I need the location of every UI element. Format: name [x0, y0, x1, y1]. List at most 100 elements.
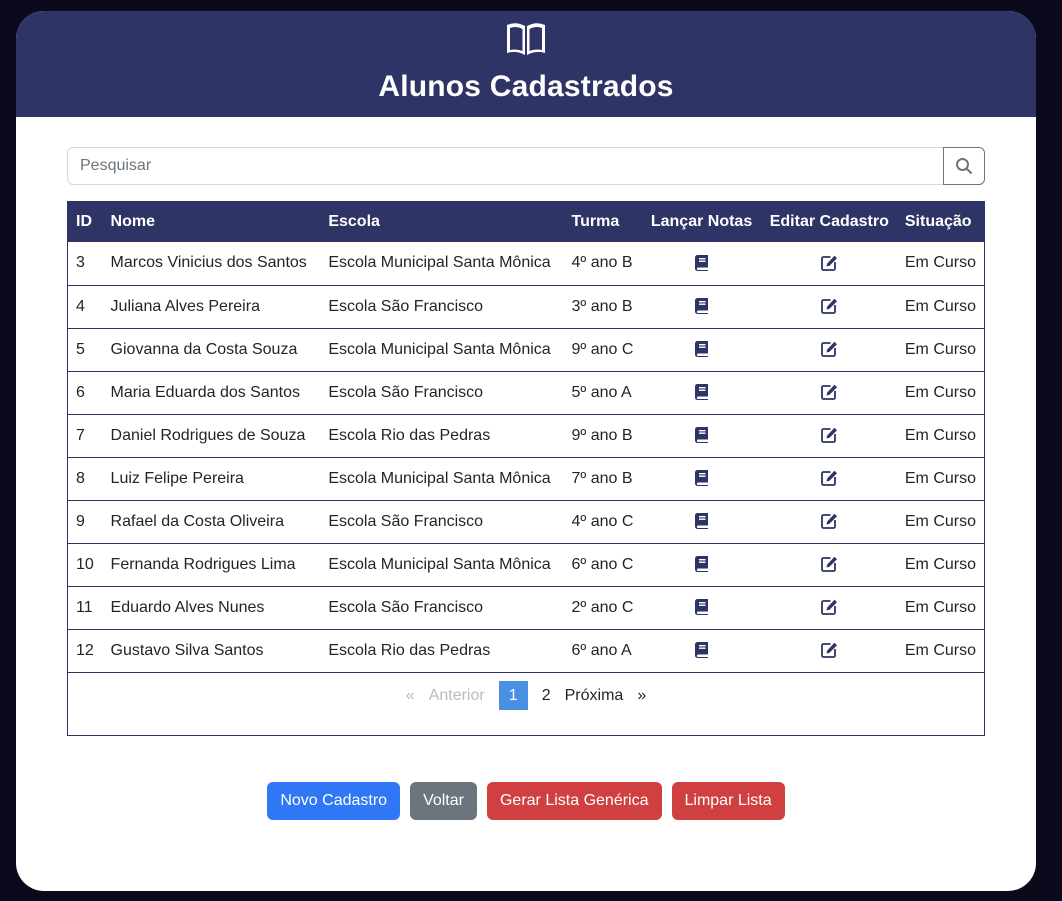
table-row: 10 Fernanda Rodrigues Lima Escola Municipa…: [68, 543, 984, 586]
pagination-last[interactable]: »: [630, 687, 653, 705]
edit-icon[interactable]: [821, 427, 838, 444]
edit-icon[interactable]: [821, 255, 838, 271]
cell-escola: Escola Municipal Santa Mônica: [328, 555, 551, 573]
cell-lancar-notas: [641, 457, 761, 500]
edit-icon[interactable]: [821, 341, 838, 358]
cell-editar-cadastro: [762, 242, 897, 285]
edit-icon[interactable]: [821, 470, 838, 487]
cell-nome: Gustavo Silva Santos: [110, 641, 264, 659]
book-icon[interactable]: [694, 470, 710, 487]
cell-situacao: Em Curso: [904, 469, 976, 487]
table-row: 12 Gustavo Silva Santos Escola Rio das Ped…: [68, 629, 984, 672]
book-icon[interactable]: [694, 255, 710, 272]
edit-icon[interactable]: [821, 384, 838, 401]
cell-editar-cadastro: [762, 543, 897, 586]
cell-situacao: Em Curso: [904, 555, 976, 573]
cell-id: 11: [76, 598, 93, 616]
cell-situacao: Em Curso: [904, 641, 976, 659]
column-header-escola: Escola: [328, 213, 380, 230]
cell-turma: 5º ano A: [571, 383, 632, 401]
table-row: 3 Marcos Vinicius dos Santos Escola Munici…: [68, 242, 984, 285]
cell-editar-cadastro: [762, 371, 897, 414]
cell-lancar-notas: [641, 500, 761, 543]
new-registration-button[interactable]: Novo Cadastro: [267, 782, 401, 820]
cell-escola: Escola Rio das Pedras: [328, 426, 491, 444]
cell-id: 5: [76, 340, 85, 358]
table-row: 8 Luiz Felipe Pereira Escola Municipal San…: [68, 457, 984, 500]
edit-icon[interactable]: [821, 513, 838, 530]
cell-lancar-notas: [641, 328, 761, 371]
cell-id: 9: [76, 512, 85, 530]
cell-escola: Escola Municipal Santa Mônica: [328, 469, 551, 487]
cell-editar-cadastro: [762, 629, 897, 672]
book-icon[interactable]: [694, 513, 710, 530]
cell-nome: Fernanda Rodrigues Lima: [110, 555, 296, 573]
table-row: 9 Rafael da Costa Oliveira Escola São Fran…: [68, 500, 984, 543]
cell-id: 8: [76, 469, 85, 487]
generate-generic-list-button[interactable]: Gerar Lista Genérica: [486, 782, 662, 820]
pagination-page-1[interactable]: 1: [498, 681, 528, 710]
edit-icon[interactable]: [821, 298, 838, 315]
back-button[interactable]: Voltar: [410, 782, 477, 820]
book-open-icon: [505, 21, 547, 57]
pagination-page-2[interactable]: 2: [535, 687, 558, 705]
edit-icon[interactable]: [821, 599, 838, 616]
table-row: 4 Juliana Alves Pereira Escola São Francis…: [68, 285, 984, 328]
cell-turma: 9º ano B: [571, 426, 633, 444]
cell-editar-cadastro: [762, 586, 897, 629]
cell-turma: 6º ano A: [571, 641, 632, 659]
edit-icon[interactable]: [821, 556, 838, 573]
table-row: 6 Maria Eduarda dos Santos Escola São Fran…: [68, 371, 984, 414]
column-header-nome: Nome: [110, 213, 155, 230]
cell-nome: Luiz Felipe Pereira: [110, 469, 244, 487]
cell-editar-cadastro: [762, 285, 897, 328]
cell-id: 6: [76, 383, 85, 401]
students-table-container: ID Nome Escola Turma Lançar Notas Editar…: [67, 201, 985, 736]
column-header-id: ID: [76, 213, 92, 230]
table-row: 11 Eduardo Alves Nunes Escola São Francisc…: [68, 586, 984, 629]
cell-editar-cadastro: [762, 457, 897, 500]
cell-editar-cadastro: [762, 414, 897, 457]
main-card: Alunos Cadastrados ID Nome Escola Turma …: [16, 11, 1036, 891]
cell-situacao: Em Curso: [904, 426, 976, 444]
cell-situacao: Em Curso: [904, 598, 976, 616]
cell-situacao: Em Curso: [904, 383, 976, 401]
cell-escola: Escola São Francisco: [328, 598, 484, 616]
cell-lancar-notas: [641, 414, 761, 457]
book-icon[interactable]: [694, 642, 710, 659]
book-icon[interactable]: [694, 556, 710, 573]
cell-lancar-notas: [641, 586, 761, 629]
book-icon[interactable]: [694, 427, 710, 444]
cell-id: 12: [76, 641, 94, 659]
cell-id: 4: [76, 297, 85, 315]
pagination-next[interactable]: Próxima: [558, 687, 631, 705]
cell-escola: Escola São Francisco: [328, 512, 484, 530]
cell-nome: Daniel Rodrigues de Souza: [110, 426, 306, 444]
cell-lancar-notas: [641, 543, 761, 586]
cell-editar-cadastro: [762, 500, 897, 543]
column-header-lancar-notas: Lançar Notas: [650, 213, 753, 230]
book-icon[interactable]: [694, 298, 710, 315]
cell-lancar-notas: [641, 242, 761, 285]
book-icon[interactable]: [694, 599, 710, 616]
edit-icon[interactable]: [821, 642, 838, 659]
cell-nome: Maria Eduarda dos Santos: [110, 383, 300, 401]
book-icon[interactable]: [694, 341, 710, 358]
cell-lancar-notas: [641, 371, 761, 414]
cell-nome: Giovanna da Costa Souza: [110, 340, 298, 358]
table-row: 7 Daniel Rodrigues de Souza Escola Rio das…: [68, 414, 984, 457]
search-button[interactable]: [943, 147, 985, 185]
cell-turma: 2º ano C: [571, 598, 634, 616]
table-header-row: ID Nome Escola Turma Lançar Notas Editar…: [68, 202, 984, 242]
cell-escola: Escola Municipal Santa Mônica: [328, 340, 551, 358]
cell-escola: Escola Rio das Pedras: [328, 641, 491, 659]
clear-list-button[interactable]: Limpar Lista: [671, 782, 785, 820]
cell-lancar-notas: [641, 285, 761, 328]
cell-escola: Escola Municipal Santa Mônica: [328, 254, 551, 272]
cell-editar-cadastro: [762, 328, 897, 371]
book-icon[interactable]: [694, 384, 710, 401]
pagination-first: «: [405, 686, 415, 704]
search-input[interactable]: [67, 147, 943, 185]
cell-escola: Escola São Francisco: [328, 297, 484, 315]
search-icon: [956, 158, 972, 174]
